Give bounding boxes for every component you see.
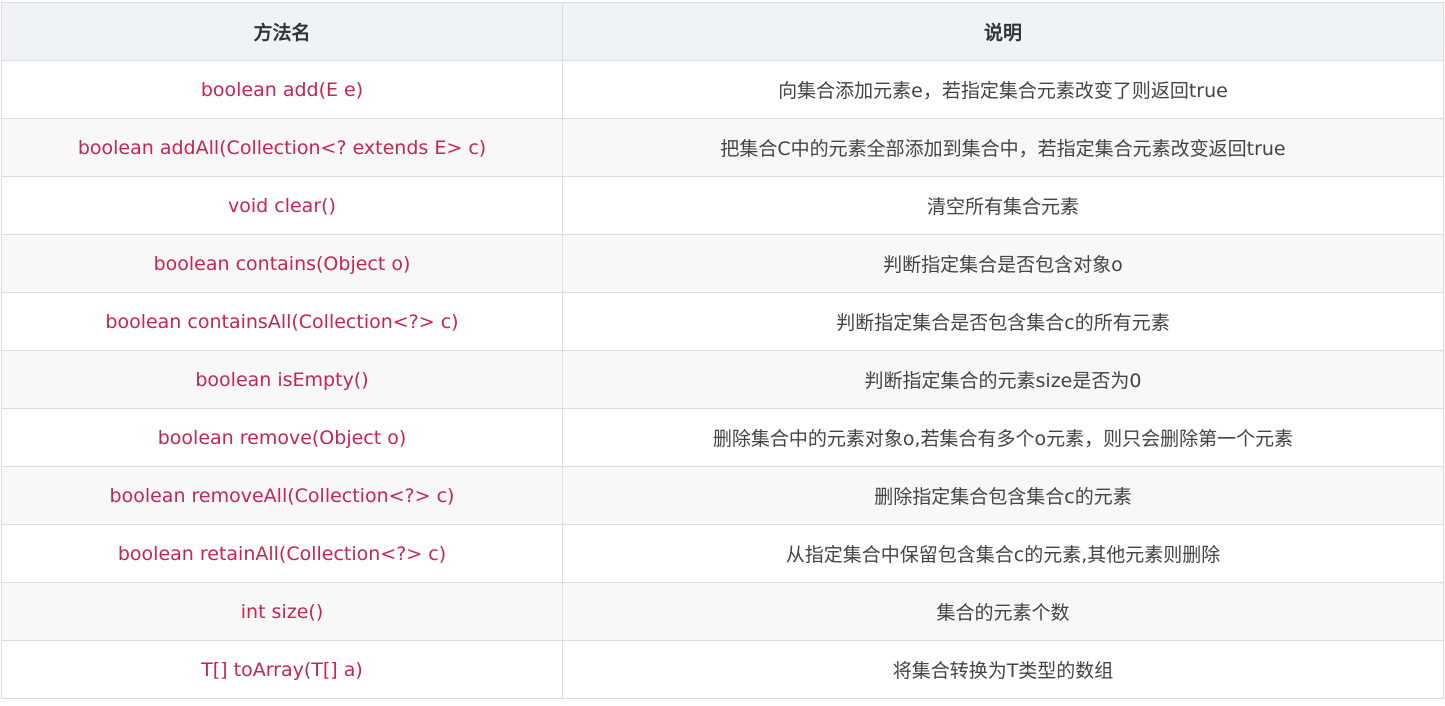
description-cell: 判断指定集合是否包含对象o (562, 234, 1444, 293)
table-row: T[] toArray(T[] a) 将集合转换为T类型的数组 (1, 640, 1444, 699)
method-cell: boolean contains(Object o) (1, 234, 563, 293)
method-cell: boolean removeAll(Collection<?> c) (1, 466, 563, 525)
method-cell: boolean addAll(Collection<? extends E> c… (1, 118, 563, 177)
table-row: boolean contains(Object o) 判断指定集合是否包含对象o (1, 234, 1444, 293)
method-cell: int size() (1, 582, 563, 641)
method-cell: boolean add(E e) (1, 60, 563, 119)
table-header-row: 方法名 说明 (1, 2, 1444, 61)
header-description: 说明 (562, 2, 1444, 61)
method-cell: boolean remove(Object o) (1, 408, 563, 467)
methods-table: 方法名 说明 boolean add(E e) 向集合添加元素e，若指定集合元素… (1, 2, 1444, 699)
table-row: boolean removeAll(Collection<?> c) 删除指定集… (1, 466, 1444, 525)
description-cell: 判断指定集合的元素size是否为0 (562, 350, 1444, 409)
description-cell: 删除指定集合包含集合c的元素 (562, 466, 1444, 525)
description-cell: 判断指定集合是否包含集合c的所有元素 (562, 292, 1444, 351)
method-cell: boolean containsAll(Collection<?> c) (1, 292, 563, 351)
table-row: boolean retainAll(Collection<?> c) 从指定集合… (1, 524, 1444, 583)
table-row: boolean isEmpty() 判断指定集合的元素size是否为0 (1, 350, 1444, 409)
header-method-name: 方法名 (1, 2, 563, 61)
methods-table-container: 方法名 说明 boolean add(E e) 向集合添加元素e，若指定集合元素… (1, 2, 1444, 699)
method-cell: boolean retainAll(Collection<?> c) (1, 524, 563, 583)
description-cell: 删除集合中的元素对象o,若集合有多个o元素，则只会删除第一个元素 (562, 408, 1444, 467)
table-row: int size() 集合的元素个数 (1, 582, 1444, 641)
description-cell: 从指定集合中保留包含集合c的元素,其他元素则删除 (562, 524, 1444, 583)
description-cell: 把集合C中的元素全部添加到集合中，若指定集合元素改变返回true (562, 118, 1444, 177)
method-cell: boolean isEmpty() (1, 350, 563, 409)
table-row: boolean add(E e) 向集合添加元素e，若指定集合元素改变了则返回t… (1, 60, 1444, 119)
table-row: boolean addAll(Collection<? extends E> c… (1, 118, 1444, 177)
description-cell: 清空所有集合元素 (562, 176, 1444, 235)
method-cell: void clear() (1, 176, 563, 235)
table-row: void clear() 清空所有集合元素 (1, 176, 1444, 235)
table-row: boolean remove(Object o) 删除集合中的元素对象o,若集合… (1, 408, 1444, 467)
description-cell: 将集合转换为T类型的数组 (562, 640, 1444, 699)
method-cell: T[] toArray(T[] a) (1, 640, 563, 699)
table-row: boolean containsAll(Collection<?> c) 判断指… (1, 292, 1444, 351)
description-cell: 向集合添加元素e，若指定集合元素改变了则返回true (562, 60, 1444, 119)
description-cell: 集合的元素个数 (562, 582, 1444, 641)
